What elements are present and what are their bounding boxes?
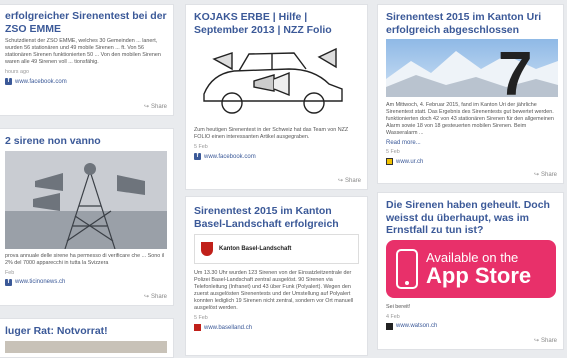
post-date: hours ago: [5, 69, 29, 75]
share-icon: ↪: [533, 338, 539, 344]
post-title[interactable]: Die Sirenen haben geheult. Doch weisst d…: [386, 199, 556, 237]
facebook-icon: f: [5, 278, 12, 286]
post-card-baselland[interactable]: Sirenentest 2015 im Kanton Basel-Landsch…: [185, 196, 368, 356]
post-title[interactable]: KOJAKS ERBE | Hilfe | September 2013 | N…: [194, 11, 359, 36]
source-link[interactable]: www.watson.ch: [396, 323, 437, 329]
corner-number: 7: [498, 40, 532, 97]
siren-tower-photo: [5, 150, 167, 249]
uri-crest-icon: [386, 158, 393, 165]
post-title[interactable]: Sirenentest 2015 im Kanton Uri erfolgrei…: [386, 11, 556, 36]
share-button[interactable]: ↪ Share: [533, 171, 557, 179]
source-link[interactable]: www.baselland.ch: [204, 325, 252, 331]
baselland-crest-icon: [201, 242, 213, 256]
post-date: 5 Feb: [194, 144, 208, 150]
post-date: 5 Feb: [386, 149, 400, 155]
post-card-watson[interactable]: Die Sirenen haben geheult. Doch weisst d…: [377, 192, 564, 350]
post-card-notvorrat[interactable]: luger Rat: Notvorrat!: [0, 318, 174, 358]
post-image-strip: [5, 340, 167, 353]
post-date: 4 Feb: [386, 313, 400, 320]
source-link[interactable]: www.facebook.com: [204, 154, 256, 160]
share-icon: ↪: [533, 172, 539, 178]
facebook-icon: f: [194, 153, 201, 160]
post-excerpt: Zum heutigen Sirenentest in der Schweiz …: [194, 127, 349, 140]
facebook-icon: f: [5, 78, 12, 85]
post-title[interactable]: erfolgreicher Sirenentest bei der ZSO EM…: [5, 10, 167, 35]
read-more-link[interactable]: Read more...: [386, 140, 556, 146]
post-excerpt: Am Mittwoch, 4. Februar 2015, fand im Ka…: [386, 102, 554, 136]
post-source[interactable]: www.baselland.ch: [194, 324, 359, 331]
phone-icon: [396, 248, 418, 289]
watson-icon: [386, 322, 393, 330]
app-store-bottom-text: App Store: [426, 263, 532, 288]
share-button[interactable]: ↪ Share: [143, 293, 167, 301]
source-link[interactable]: www.ur.ch: [396, 159, 423, 165]
post-card-nzz-folio[interactable]: KOJAKS ERBE | Hilfe | September 2013 | N…: [185, 4, 368, 190]
snowy-mountain-photo: 7: [386, 39, 558, 97]
baselland-header-image: Kanton Basel-Landschaft: [194, 234, 359, 264]
post-title[interactable]: luger Rat: Notvorrat!: [5, 325, 167, 338]
post-source[interactable]: f www.ticinonews.ch: [5, 278, 167, 286]
post-excerpt: Um 13.30 Uhr wurden 123 Sirenen von der …: [194, 270, 354, 311]
post-date: Feb: [5, 269, 15, 276]
source-link[interactable]: www.facebook.com: [15, 79, 67, 85]
post-date: 5 Feb: [194, 315, 208, 321]
post-title[interactable]: 2 sirene non vanno: [5, 135, 167, 148]
share-button[interactable]: ↪ Share: [533, 337, 557, 345]
siren-car-illustration: [194, 39, 354, 121]
post-card-uri[interactable]: Sirenentest 2015 im Kanton Uri erfolgrei…: [377, 4, 564, 184]
share-icon: ↪: [143, 104, 149, 110]
post-card-ticinonews[interactable]: 2 sirene non vanno prova annuale delle s…: [0, 128, 174, 306]
share-button[interactable]: ↪ Share: [337, 177, 361, 185]
post-source[interactable]: f www.facebook.com: [194, 153, 359, 160]
post-card-zso-emme[interactable]: erfolgreicher Sirenentest bei der ZSO EM…: [0, 4, 174, 116]
crest-label: Kanton Basel-Landschaft: [219, 246, 292, 252]
post-excerpt: Schutzdienst der ZSO EMME, welches 30 Ge…: [5, 38, 161, 65]
baselland-small-icon: [194, 324, 201, 331]
post-source[interactable]: f www.facebook.com: [5, 78, 167, 85]
post-source[interactable]: www.watson.ch: [386, 322, 556, 330]
post-title[interactable]: Sirenentest 2015 im Kanton Basel-Landsch…: [194, 205, 359, 230]
share-button[interactable]: ↪ Share: [143, 103, 167, 111]
share-icon: ↪: [143, 294, 149, 300]
app-store-badge[interactable]: Available on the App Store: [386, 239, 556, 298]
post-excerpt: Sei bereit!: [386, 303, 411, 310]
source-link[interactable]: www.ticinonews.ch: [15, 279, 65, 285]
post-source[interactable]: www.ur.ch: [386, 158, 556, 165]
post-excerpt: prova annuale delle sirene ha permesso d…: [5, 252, 165, 266]
share-icon: ↪: [337, 178, 343, 184]
